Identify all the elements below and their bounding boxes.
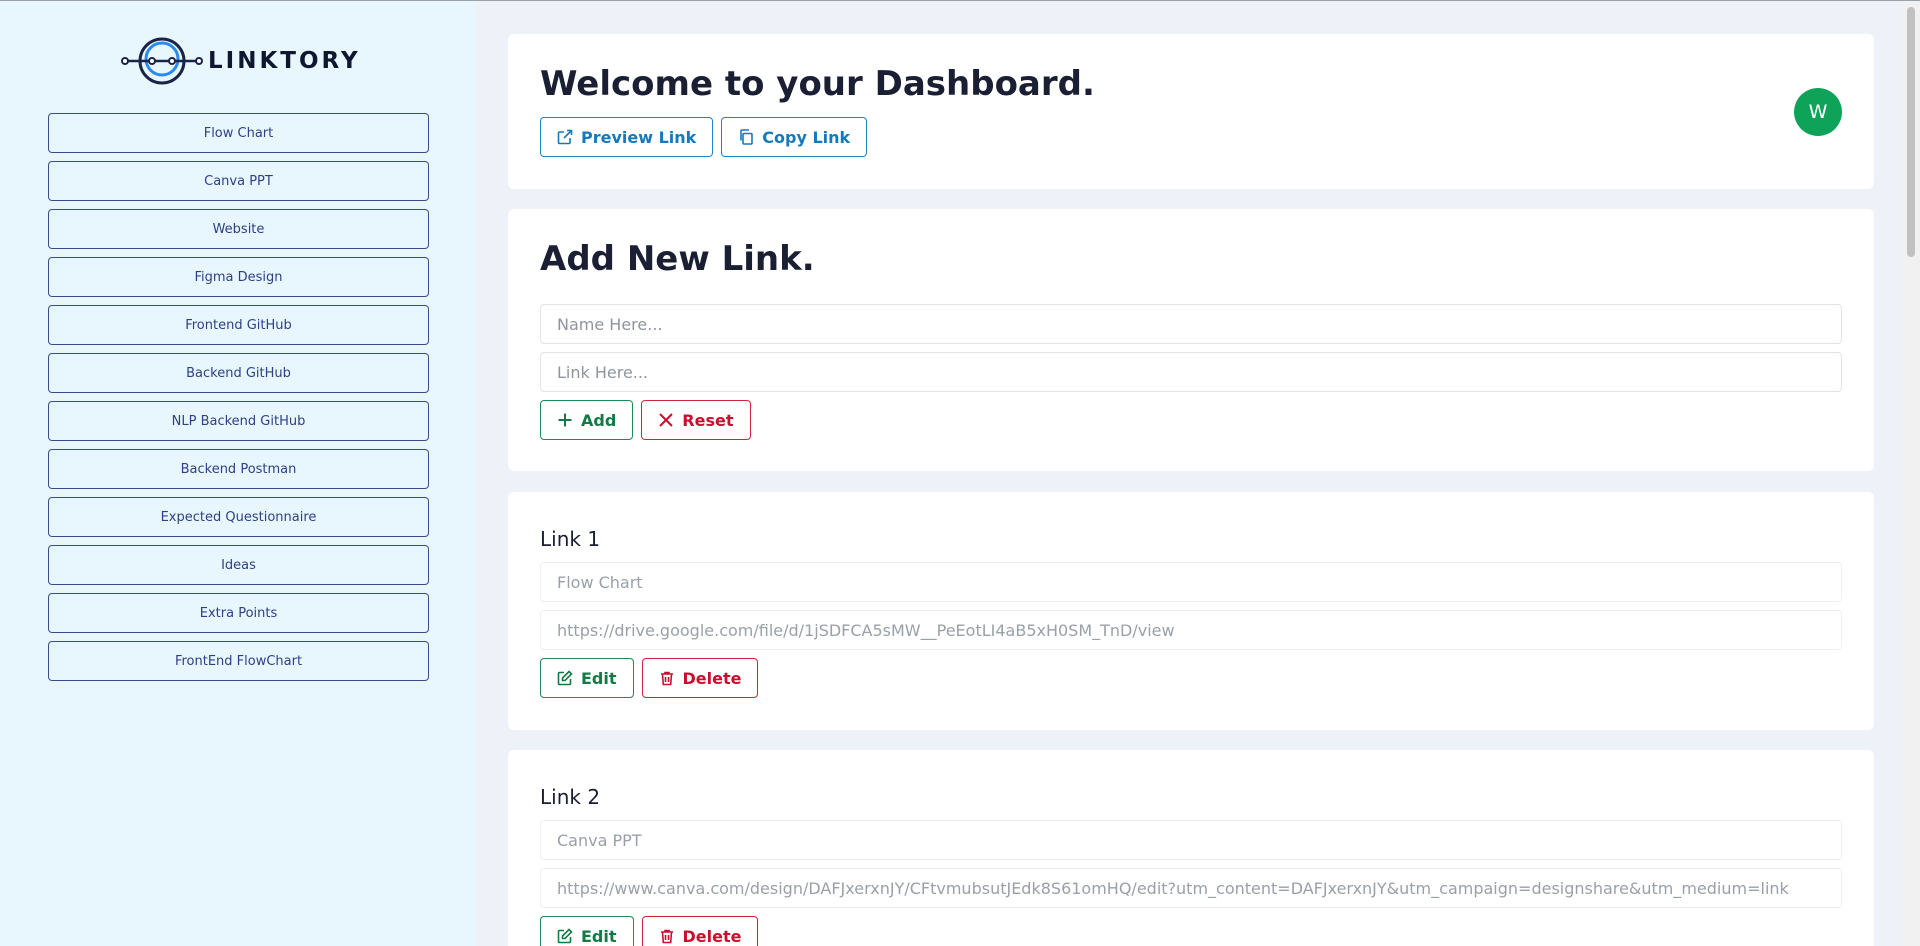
sidebar-item-frontend-github[interactable]: Frontend GitHub bbox=[48, 305, 429, 345]
sidebar-item-backend-postman[interactable]: Backend Postman bbox=[48, 449, 429, 489]
sidebar-item-canva-ppt[interactable]: Canva PPT bbox=[48, 161, 429, 201]
copy-link-label: Copy Link bbox=[762, 127, 851, 147]
trash-icon bbox=[660, 929, 673, 944]
sidebar-item-figma-design[interactable]: Figma Design bbox=[48, 257, 429, 297]
edit-button[interactable]: Edit bbox=[540, 916, 634, 946]
sidebar-item-frontend-flowchart[interactable]: FrontEnd FlowChart bbox=[48, 641, 429, 681]
add-link-title: Add New Link. bbox=[540, 239, 815, 279]
link-card: Link 1 Edit Delete bbox=[508, 492, 1874, 730]
copy-link-button[interactable]: Copy Link bbox=[721, 117, 868, 157]
sidebar-item-website[interactable]: Website bbox=[48, 209, 429, 249]
sidebar: LINKTORY Flow Chart Canva PPT Website Fi… bbox=[0, 1, 476, 946]
preview-link-button[interactable]: Preview Link bbox=[540, 117, 714, 157]
link-card-title: Link 2 bbox=[540, 785, 601, 809]
link-url-field[interactable] bbox=[540, 610, 1842, 650]
preview-link-label: Preview Link bbox=[581, 127, 697, 147]
link-card: Link 2 Edit Delete bbox=[508, 750, 1874, 946]
delete-label: Delete bbox=[682, 926, 742, 946]
reset-button[interactable]: Reset bbox=[641, 400, 751, 440]
link-actions: Edit Delete bbox=[540, 658, 759, 698]
edit-icon bbox=[557, 928, 573, 944]
scrollbar-thumb[interactable] bbox=[1907, 7, 1915, 257]
external-link-icon bbox=[557, 129, 573, 145]
add-link-card: Add New Link. Add Reset bbox=[508, 209, 1874, 471]
sidebar-item-extra-points[interactable]: Extra Points bbox=[48, 593, 429, 633]
link-card-title: Link 1 bbox=[540, 527, 601, 551]
sidebar-item-flow-chart[interactable]: Flow Chart bbox=[48, 113, 429, 153]
link-url-field[interactable] bbox=[540, 868, 1842, 908]
delete-button[interactable]: Delete bbox=[641, 916, 759, 946]
edit-icon bbox=[557, 670, 573, 686]
add-link-actions: Add Reset bbox=[540, 400, 751, 440]
sidebar-item-ideas[interactable]: Ideas bbox=[48, 545, 429, 585]
sidebar-item-nlp-backend-github[interactable]: NLP Backend GitHub bbox=[48, 401, 429, 441]
welcome-card: Welcome to your Dashboard. Preview Link … bbox=[508, 34, 1874, 189]
link-name-field[interactable] bbox=[540, 820, 1842, 860]
copy-icon bbox=[740, 129, 754, 145]
user-avatar[interactable]: W bbox=[1794, 88, 1842, 136]
delete-button[interactable]: Delete bbox=[641, 658, 759, 698]
new-link-name-input[interactable] bbox=[540, 304, 1842, 344]
page-title: Welcome to your Dashboard. bbox=[540, 64, 1095, 104]
delete-label: Delete bbox=[682, 668, 742, 688]
edit-label: Edit bbox=[581, 926, 617, 946]
circle-link-logo-icon bbox=[121, 37, 203, 85]
main-content: Welcome to your Dashboard. Preview Link … bbox=[476, 1, 1902, 946]
avatar-initial: W bbox=[1808, 101, 1828, 123]
link-name-field[interactable] bbox=[540, 562, 1842, 602]
page-scrollbar[interactable] bbox=[1902, 1, 1920, 946]
add-button[interactable]: Add bbox=[540, 400, 634, 440]
sidebar-item-expected-questionnaire[interactable]: Expected Questionnaire bbox=[48, 497, 429, 537]
brand-logo[interactable]: LINKTORY bbox=[120, 35, 361, 87]
sidebar-item-backend-github[interactable]: Backend GitHub bbox=[48, 353, 429, 393]
edit-label: Edit bbox=[581, 668, 617, 688]
edit-button[interactable]: Edit bbox=[540, 658, 634, 698]
share-actions: Preview Link Copy Link bbox=[540, 117, 868, 157]
trash-icon bbox=[660, 671, 673, 686]
sidebar-nav: Flow Chart Canva PPT Website Figma Desig… bbox=[48, 113, 429, 689]
new-link-url-input[interactable] bbox=[540, 352, 1842, 392]
brand-name: LINKTORY bbox=[208, 48, 361, 74]
close-icon bbox=[659, 413, 674, 427]
plus-icon bbox=[558, 413, 572, 427]
add-label: Add bbox=[581, 410, 617, 430]
link-actions: Edit Delete bbox=[540, 916, 759, 946]
reset-label: Reset bbox=[682, 410, 734, 430]
